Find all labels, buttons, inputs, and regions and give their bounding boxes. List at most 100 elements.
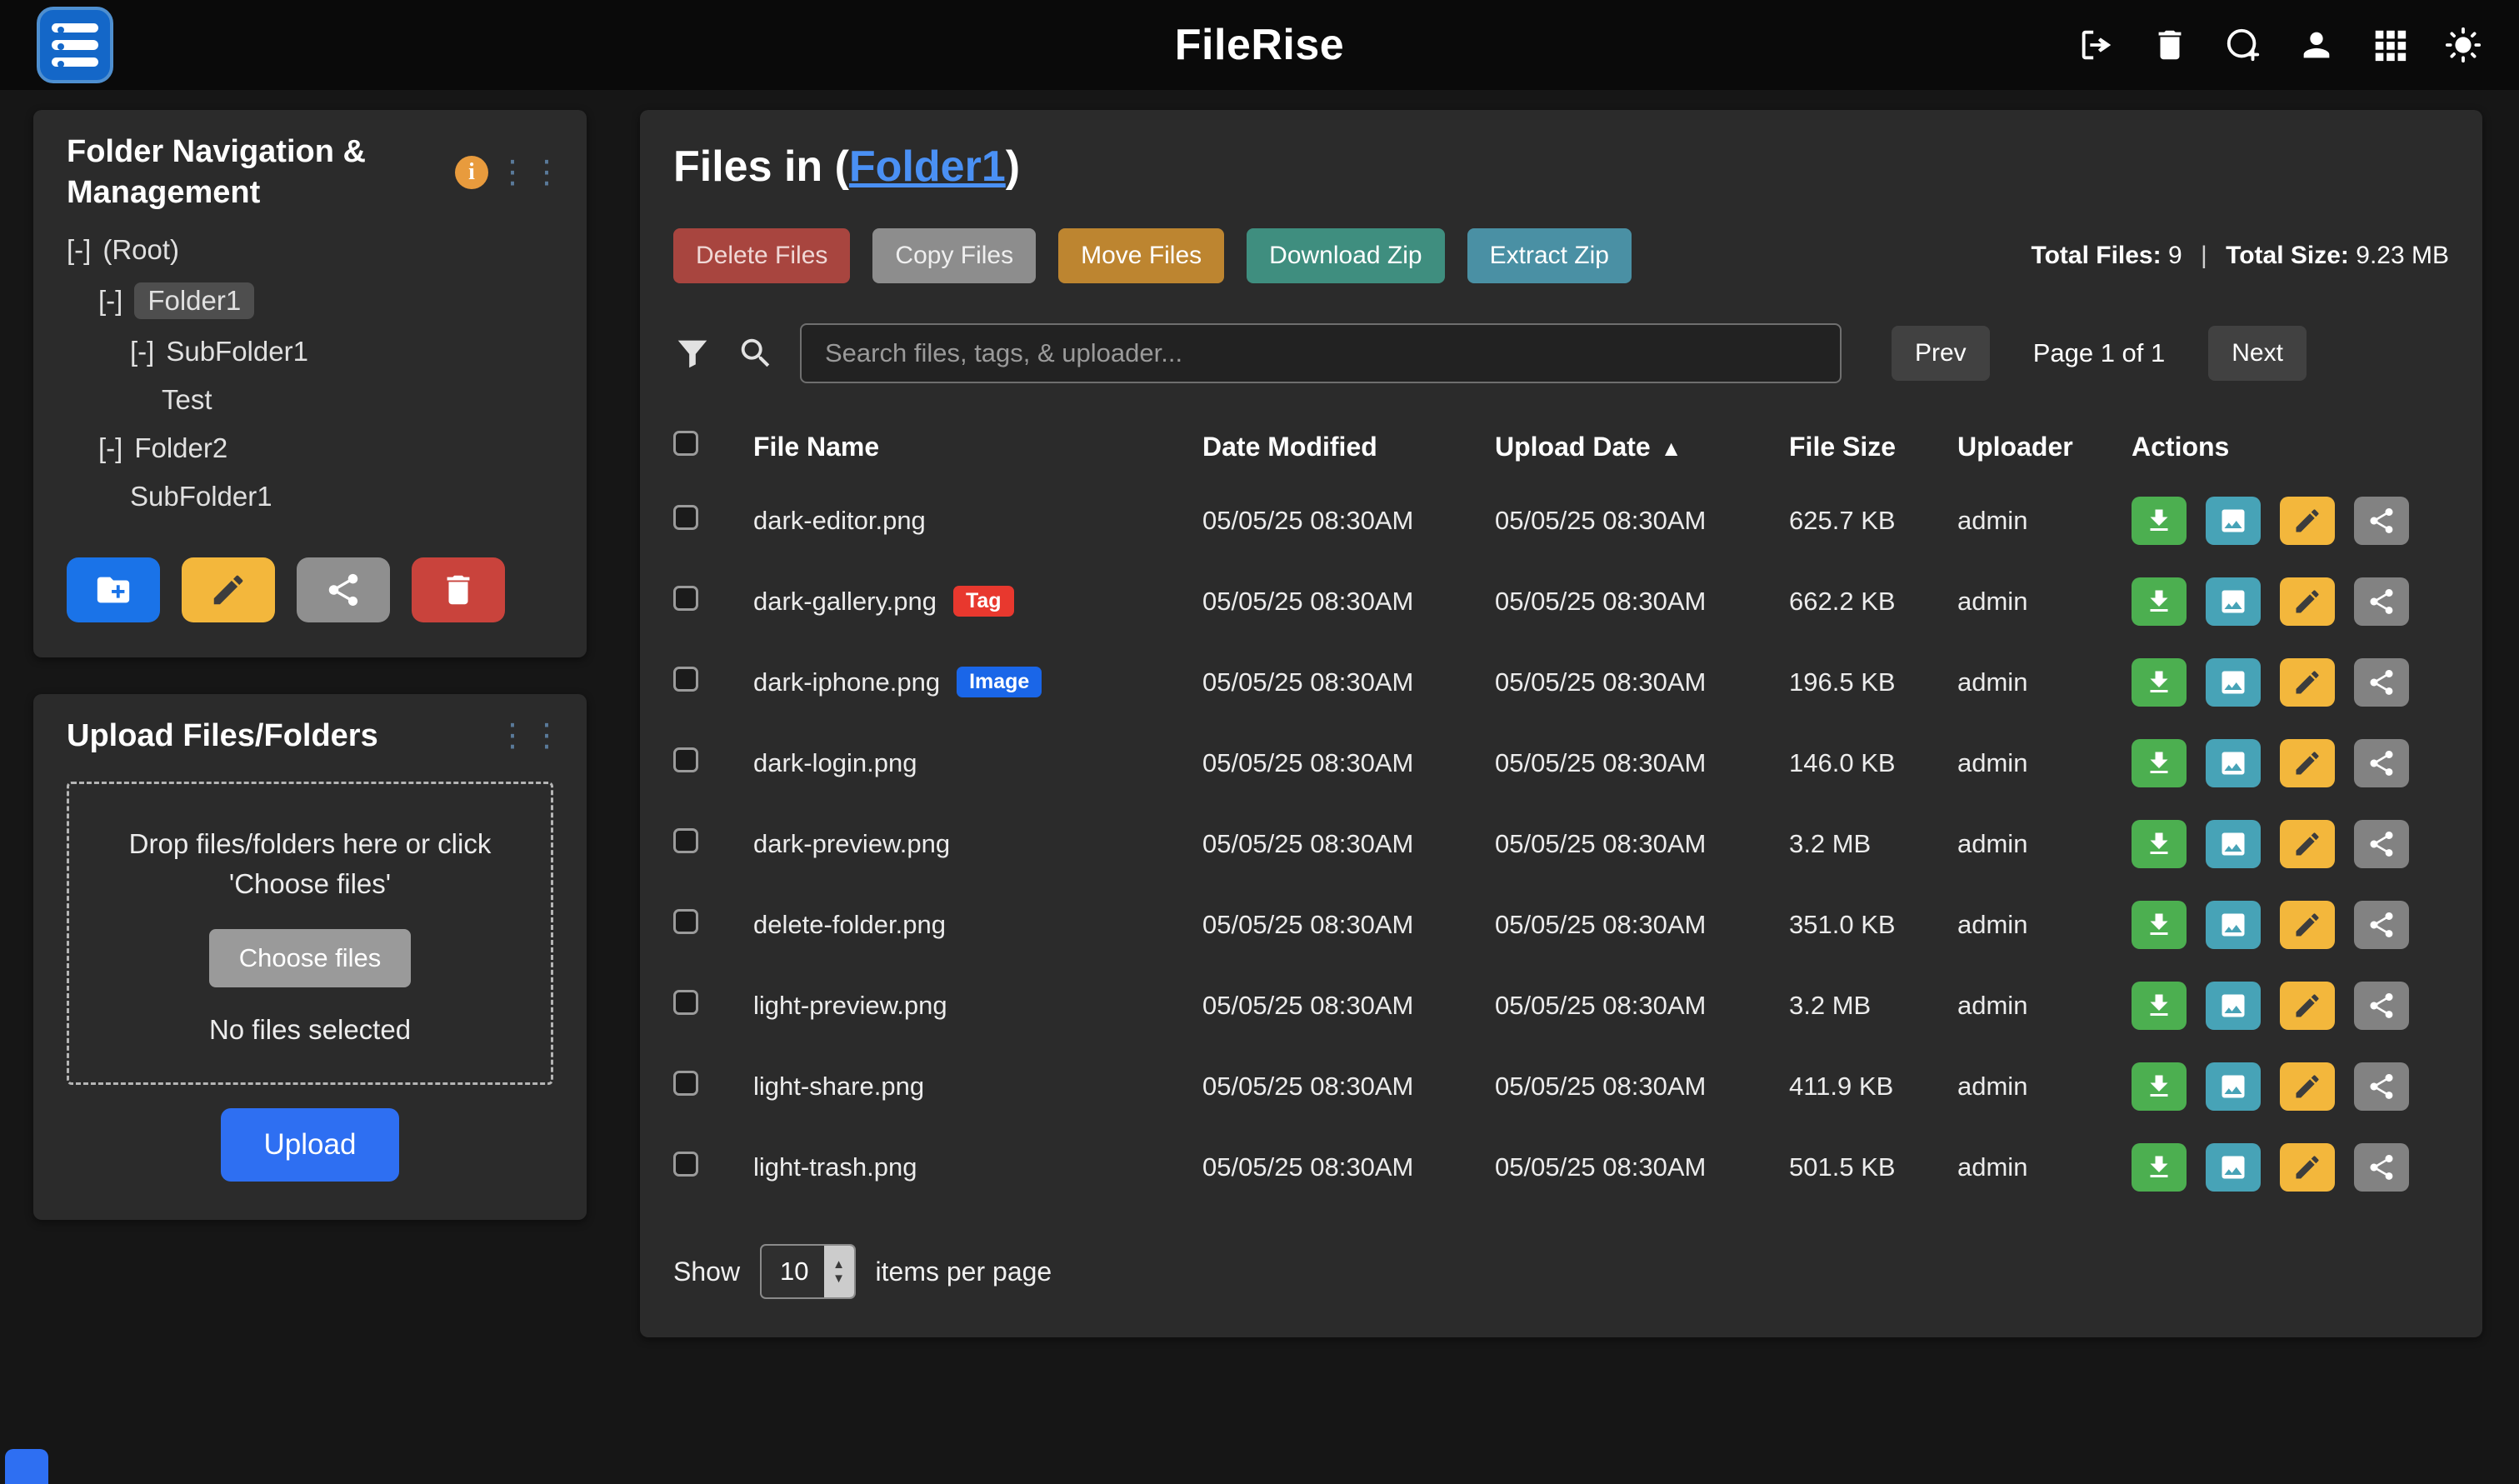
rename-file-button[interactable]: [2280, 982, 2335, 1030]
tree-toggle-icon[interactable]: [-]: [98, 285, 122, 317]
tree-toggle-icon[interactable]: [-]: [130, 336, 154, 367]
rename-file-button[interactable]: [2280, 1062, 2335, 1111]
theme-toggle-icon[interactable]: [2444, 26, 2482, 64]
share-file-button[interactable]: [2354, 497, 2409, 545]
circle-plus-icon[interactable]: [2224, 26, 2262, 64]
row-checkbox[interactable]: [673, 586, 698, 611]
share-folder-button[interactable]: [297, 557, 390, 622]
download-zip-button[interactable]: Download Zip: [1247, 228, 1444, 283]
tree-toggle-icon[interactable]: [-]: [67, 234, 91, 266]
row-checkbox[interactable]: [673, 667, 698, 692]
file-name[interactable]: dark-preview.png: [753, 829, 950, 859]
rename-file-button[interactable]: [2280, 901, 2335, 949]
rename-file-button[interactable]: [2280, 739, 2335, 787]
info-icon[interactable]: i: [455, 156, 488, 189]
share-file-button[interactable]: [2354, 577, 2409, 626]
tree-label[interactable]: Folder2: [134, 432, 227, 464]
rename-file-button[interactable]: [2280, 497, 2335, 545]
file-name[interactable]: dark-iphone.png: [753, 667, 940, 697]
header-date-modified[interactable]: Date Modified: [1202, 432, 1495, 462]
grid-view-icon[interactable]: [2371, 26, 2409, 64]
next-page-button[interactable]: Next: [2208, 326, 2307, 381]
share-file-button[interactable]: [2354, 982, 2409, 1030]
download-file-button[interactable]: [2132, 1143, 2187, 1192]
prev-page-button[interactable]: Prev: [1892, 326, 1990, 381]
preview-file-button[interactable]: [2206, 820, 2261, 868]
items-per-page-input[interactable]: 10 ▲▼: [760, 1244, 855, 1299]
tree-label[interactable]: SubFolder1: [166, 336, 308, 367]
search-input[interactable]: [800, 323, 1842, 383]
tree-item-root[interactable]: [-] (Root): [67, 234, 553, 266]
tree-toggle-icon[interactable]: [-]: [98, 432, 122, 464]
file-name[interactable]: dark-editor.png: [753, 506, 926, 536]
extract-zip-button[interactable]: Extract Zip: [1467, 228, 1632, 283]
preview-file-button[interactable]: [2206, 1062, 2261, 1111]
download-file-button[interactable]: [2132, 497, 2187, 545]
download-file-button[interactable]: [2132, 820, 2187, 868]
profile-icon[interactable]: [2297, 26, 2336, 64]
search-icon[interactable]: [737, 334, 775, 372]
share-file-button[interactable]: [2354, 1143, 2409, 1192]
share-file-button[interactable]: [2354, 820, 2409, 868]
preview-file-button[interactable]: [2206, 982, 2261, 1030]
drag-handle-icon[interactable]: ⋮⋮: [497, 157, 565, 188]
download-file-button[interactable]: [2132, 1062, 2187, 1111]
row-checkbox[interactable]: [673, 505, 698, 530]
preview-file-button[interactable]: [2206, 577, 2261, 626]
copy-files-button[interactable]: Copy Files: [872, 228, 1036, 283]
download-file-button[interactable]: [2132, 577, 2187, 626]
tree-item-folder2[interactable]: [-] Folder2: [67, 432, 553, 464]
tree-label[interactable]: Folder1: [134, 282, 254, 319]
preview-file-button[interactable]: [2206, 739, 2261, 787]
row-checkbox[interactable]: [673, 990, 698, 1015]
tree-item-subfolder1[interactable]: [-] SubFolder1: [67, 336, 553, 367]
download-file-button[interactable]: [2132, 739, 2187, 787]
row-checkbox[interactable]: [673, 747, 698, 772]
rename-file-button[interactable]: [2280, 820, 2335, 868]
move-files-button[interactable]: Move Files: [1058, 228, 1224, 283]
row-checkbox[interactable]: [673, 1152, 698, 1177]
tree-label[interactable]: (Root): [102, 234, 179, 266]
share-file-button[interactable]: [2354, 1062, 2409, 1111]
tree-item-test[interactable]: Test: [67, 384, 553, 416]
number-spinner-icon[interactable]: ▲▼: [824, 1246, 854, 1297]
rename-file-button[interactable]: [2280, 1143, 2335, 1192]
download-file-button[interactable]: [2132, 982, 2187, 1030]
share-file-button[interactable]: [2354, 658, 2409, 707]
file-name[interactable]: light-trash.png: [753, 1152, 917, 1182]
row-checkbox[interactable]: [673, 909, 698, 934]
file-name[interactable]: light-share.png: [753, 1072, 924, 1102]
choose-files-button[interactable]: Choose files: [209, 929, 412, 987]
rename-file-button[interactable]: [2280, 658, 2335, 707]
dropzone[interactable]: Drop files/folders here or click 'Choose…: [67, 782, 553, 1085]
file-name[interactable]: dark-login.png: [753, 748, 917, 778]
header-file-size[interactable]: File Size: [1789, 432, 1957, 462]
header-uploader[interactable]: Uploader: [1957, 432, 2132, 462]
rename-file-button[interactable]: [2280, 577, 2335, 626]
select-all-checkbox[interactable]: [673, 431, 698, 456]
logout-icon[interactable]: [2077, 26, 2116, 64]
folder-link[interactable]: Folder1: [849, 142, 1006, 191]
delete-files-button[interactable]: Delete Files: [673, 228, 850, 283]
header-upload-date[interactable]: Upload Date▲: [1495, 432, 1789, 462]
filter-icon[interactable]: [673, 334, 712, 372]
file-name[interactable]: delete-folder.png: [753, 910, 946, 940]
download-file-button[interactable]: [2132, 658, 2187, 707]
preview-file-button[interactable]: [2206, 658, 2261, 707]
trash-icon[interactable]: [2151, 26, 2189, 64]
create-folder-button[interactable]: [67, 557, 160, 622]
preview-file-button[interactable]: [2206, 1143, 2261, 1192]
upload-button[interactable]: Upload: [221, 1108, 400, 1182]
app-logo-icon[interactable]: [37, 7, 113, 83]
rename-folder-button[interactable]: [182, 557, 275, 622]
delete-folder-button[interactable]: [412, 557, 505, 622]
file-name[interactable]: dark-gallery.png: [753, 587, 937, 617]
preview-file-button[interactable]: [2206, 497, 2261, 545]
tree-item-folder1[interactable]: [-] Folder1: [67, 282, 553, 319]
share-file-button[interactable]: [2354, 901, 2409, 949]
drag-handle-icon[interactable]: ⋮⋮: [497, 720, 565, 752]
header-file-name[interactable]: File Name: [753, 432, 1202, 462]
tree-label[interactable]: Test: [162, 384, 212, 416]
download-file-button[interactable]: [2132, 901, 2187, 949]
share-file-button[interactable]: [2354, 739, 2409, 787]
